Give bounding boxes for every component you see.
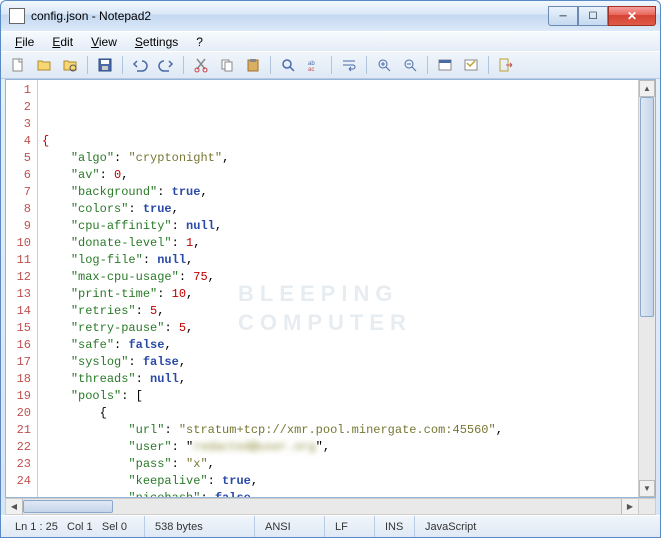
line-number: 4	[8, 133, 31, 150]
status-eol[interactable]: LF	[325, 516, 375, 537]
line-number: 17	[8, 354, 31, 371]
scroll-down-icon[interactable]: ▼	[639, 480, 655, 497]
new-file-icon[interactable]	[7, 54, 29, 76]
code-line[interactable]: "max-cpu-usage": 75,	[42, 269, 634, 286]
cut-icon[interactable]	[190, 54, 212, 76]
line-number: 15	[8, 320, 31, 337]
replace-icon[interactable]: abac	[303, 54, 325, 76]
undo-icon[interactable]	[129, 54, 151, 76]
code-line[interactable]: "pools": [	[42, 388, 634, 405]
scroll-left-icon[interactable]: ◀	[6, 499, 23, 514]
line-number: 14	[8, 303, 31, 320]
code-line[interactable]: "background": true,	[42, 184, 634, 201]
code-line[interactable]: "cpu-affinity": null,	[42, 218, 634, 235]
line-number: 19	[8, 388, 31, 405]
menu-edit[interactable]: Edit	[44, 33, 81, 51]
app-window: config.json - Notepad2 ─ ☐ ✕ File Edit V…	[0, 0, 661, 538]
copy-icon[interactable]	[216, 54, 238, 76]
menubar: File Edit View Settings ?	[1, 31, 660, 51]
line-number-gutter: 123456789101112131415161718192021222324	[6, 80, 38, 497]
titlebar[interactable]: config.json - Notepad2 ─ ☐ ✕	[1, 1, 660, 31]
status-ovr[interactable]: INS	[375, 516, 415, 537]
maximize-button[interactable]: ☐	[578, 6, 608, 26]
app-icon	[9, 8, 25, 24]
code-line[interactable]: {	[42, 133, 634, 150]
code-line[interactable]: "user": "redacted@user.org",	[42, 439, 634, 456]
window-title: config.json - Notepad2	[31, 9, 548, 23]
code-line[interactable]: "keepalive": true,	[42, 473, 634, 490]
line-number: 20	[8, 405, 31, 422]
code-line[interactable]: "url": "stratum+tcp://xmr.pool.minergate…	[42, 422, 634, 439]
code-line[interactable]: "retries": 5,	[42, 303, 634, 320]
hscroll-thumb[interactable]	[23, 500, 113, 513]
code-line[interactable]: "print-time": 10,	[42, 286, 634, 303]
line-number: 1	[8, 82, 31, 99]
horizontal-scrollbar[interactable]: ◀ ▶	[5, 498, 639, 515]
line-number: 11	[8, 252, 31, 269]
minimize-button[interactable]: ─	[548, 6, 578, 26]
status-size: 538 bytes	[145, 516, 255, 537]
zoom-in-icon[interactable]	[373, 54, 395, 76]
line-number: 2	[8, 99, 31, 116]
scroll-right-icon[interactable]: ▶	[621, 499, 638, 514]
code-line[interactable]: "safe": false,	[42, 337, 634, 354]
menu-file[interactable]: File	[7, 33, 42, 51]
zoom-out-icon[interactable]	[399, 54, 421, 76]
toolbar: abac	[1, 51, 660, 79]
line-number: 7	[8, 184, 31, 201]
svg-text:ac: ac	[308, 67, 314, 73]
line-number: 23	[8, 456, 31, 473]
line-number: 24	[8, 473, 31, 490]
code-line[interactable]: "donate-level": 1,	[42, 235, 634, 252]
open-folder-icon[interactable]	[33, 54, 55, 76]
line-number: 10	[8, 235, 31, 252]
line-number: 12	[8, 269, 31, 286]
redo-icon[interactable]	[155, 54, 177, 76]
code-line[interactable]: "syslog": false,	[42, 354, 634, 371]
code-line[interactable]: "pass": "x",	[42, 456, 634, 473]
status-language[interactable]: JavaScript	[415, 516, 656, 537]
wordwrap-icon[interactable]	[338, 54, 360, 76]
close-button[interactable]: ✕	[608, 6, 656, 26]
scroll-corner	[639, 498, 656, 515]
code-line[interactable]: "colors": true,	[42, 201, 634, 218]
line-number: 5	[8, 150, 31, 167]
menu-help[interactable]: ?	[188, 33, 211, 51]
menu-view[interactable]: View	[83, 33, 125, 51]
code-editor[interactable]: BLEEPINGCOMPUTER { "algo": "cryptonight"…	[38, 80, 638, 497]
line-number: 8	[8, 201, 31, 218]
line-number: 6	[8, 167, 31, 184]
menu-settings[interactable]: Settings	[127, 33, 186, 51]
paste-icon[interactable]	[242, 54, 264, 76]
code-line[interactable]: "av": 0,	[42, 167, 634, 184]
scheme-icon[interactable]	[434, 54, 456, 76]
line-number: 18	[8, 371, 31, 388]
line-number: 21	[8, 422, 31, 439]
vscroll-thumb[interactable]	[640, 97, 654, 317]
browse-icon[interactable]	[59, 54, 81, 76]
line-number: 13	[8, 286, 31, 303]
code-line[interactable]: "threads": null,	[42, 371, 634, 388]
vertical-scrollbar[interactable]: ▲ ▼	[638, 80, 655, 497]
exit-icon[interactable]	[495, 54, 517, 76]
status-position: Ln 1 : 25 Col 1 Sel 0	[5, 516, 145, 537]
save-icon[interactable]	[94, 54, 116, 76]
editor-area: 123456789101112131415161718192021222324 …	[5, 79, 656, 498]
line-number: 3	[8, 116, 31, 133]
code-line[interactable]: "retry-pause": 5,	[42, 320, 634, 337]
code-line[interactable]: {	[42, 405, 634, 422]
scroll-up-icon[interactable]: ▲	[639, 80, 655, 97]
customize-icon[interactable]	[460, 54, 482, 76]
statusbar: Ln 1 : 25 Col 1 Sel 0 538 bytes ANSI LF …	[1, 515, 660, 537]
code-line[interactable]: "nicehash": false	[42, 490, 634, 498]
line-number: 9	[8, 218, 31, 235]
find-icon[interactable]	[277, 54, 299, 76]
code-line[interactable]: "algo": "cryptonight",	[42, 150, 634, 167]
status-encoding[interactable]: ANSI	[255, 516, 325, 537]
line-number: 16	[8, 337, 31, 354]
code-line[interactable]: "log-file": null,	[42, 252, 634, 269]
line-number: 22	[8, 439, 31, 456]
